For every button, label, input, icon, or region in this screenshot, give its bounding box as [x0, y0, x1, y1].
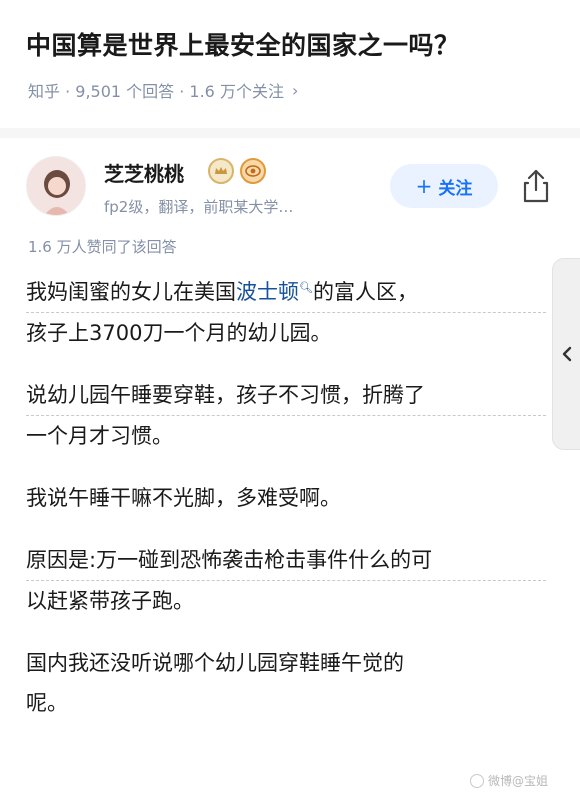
- keyword-link-text: 波士顿: [236, 280, 299, 304]
- answer-paragraph: 原因是:万一碰到恐怖袭击枪击事件什么的可 以赶紧带孩子跑。: [26, 540, 546, 621]
- section-divider: [0, 128, 580, 138]
- answer-line: 说幼儿园午睡要穿鞋，孩子不习惯，折腾了: [26, 375, 546, 416]
- answer-paragraph: 国内我还没听说哪个幼儿园穿鞋睡午觉的 呢。: [26, 643, 546, 723]
- follow-label: 关注: [438, 178, 473, 199]
- side-collapse-tab[interactable]: [552, 258, 580, 450]
- chevron-left-icon: [562, 346, 571, 362]
- chevron-right-icon: ›: [291, 80, 299, 100]
- answer-line: 我妈闺蜜的女儿在美国波士顿🔍︎的富人区，: [26, 268, 546, 313]
- question-header[interactable]: 中国算是世界上最安全的国家之一吗？ 知乎 · 9,501 个回答 · 1.6 万…: [0, 0, 580, 128]
- answer-paragraph: 说幼儿园午睡要穿鞋，孩子不习惯，折腾了 一个月才习惯。: [26, 375, 546, 456]
- avatar-image: [27, 157, 85, 215]
- question-title[interactable]: 中国算是世界上最安全的国家之一吗？: [26, 26, 460, 62]
- watermark: 微博@宝姐: [470, 772, 548, 789]
- answer-paragraph: 我说午睡干嘛不光脚，多难受啊。: [26, 478, 546, 518]
- upvote-count: 1.6 万人赞同了该回答: [28, 238, 177, 256]
- eye-badge-icon: [240, 158, 266, 184]
- question-meta[interactable]: 知乎 · 9,501 个回答 · 1.6 万个关注 ›: [28, 78, 298, 102]
- answer-body: 我妈闺蜜的女儿在美国波士顿🔍︎的富人区， 孩子上3700刀一个月的幼儿园。 说幼…: [26, 268, 546, 745]
- answer-line: 一个月才习惯。: [26, 424, 173, 448]
- answer-line: 以赶紧带孩子跑。: [26, 589, 194, 613]
- answer-line: 呢。: [26, 691, 68, 715]
- page: 中国算是世界上最安全的国家之一吗？ 知乎 · 9,501 个回答 · 1.6 万…: [0, 0, 580, 801]
- search-icon: 🔍︎: [299, 281, 313, 294]
- answer-line: 我说午睡干嘛不光脚，多难受啊。: [26, 486, 341, 510]
- weibo-logo-icon: [470, 773, 484, 788]
- plus-icon: +: [415, 174, 433, 198]
- answer-line: 孩子上3700刀一个月的幼儿园。: [26, 321, 332, 345]
- author-name[interactable]: 芝芝桃桃: [104, 158, 184, 187]
- crown-badge-icon: [208, 158, 234, 184]
- keyword-link[interactable]: 波士顿🔍︎: [236, 280, 313, 304]
- answer-paragraph: 我妈闺蜜的女儿在美国波士顿🔍︎的富人区， 孩子上3700刀一个月的幼儿园。: [26, 268, 546, 353]
- watermark-text: 微博@宝姐: [488, 774, 549, 788]
- share-icon[interactable]: [520, 168, 552, 204]
- follow-button[interactable]: + 关注: [390, 164, 498, 208]
- answer-line: 原因是:万一碰到恐怖袭击枪击事件什么的可: [26, 540, 546, 581]
- question-stats: 知乎 · 9,501 个回答 · 1.6 万个关注: [28, 82, 284, 101]
- avatar[interactable]: [26, 156, 86, 216]
- answer-text: 的富人区，: [312, 280, 418, 304]
- author-description: fp2级，翻译，前职某大学…: [104, 198, 294, 216]
- answer-line: 国内我还没听说哪个幼儿园穿鞋睡午觉的: [26, 651, 404, 675]
- answer-text: 我妈闺蜜的女儿在美国: [26, 280, 236, 304]
